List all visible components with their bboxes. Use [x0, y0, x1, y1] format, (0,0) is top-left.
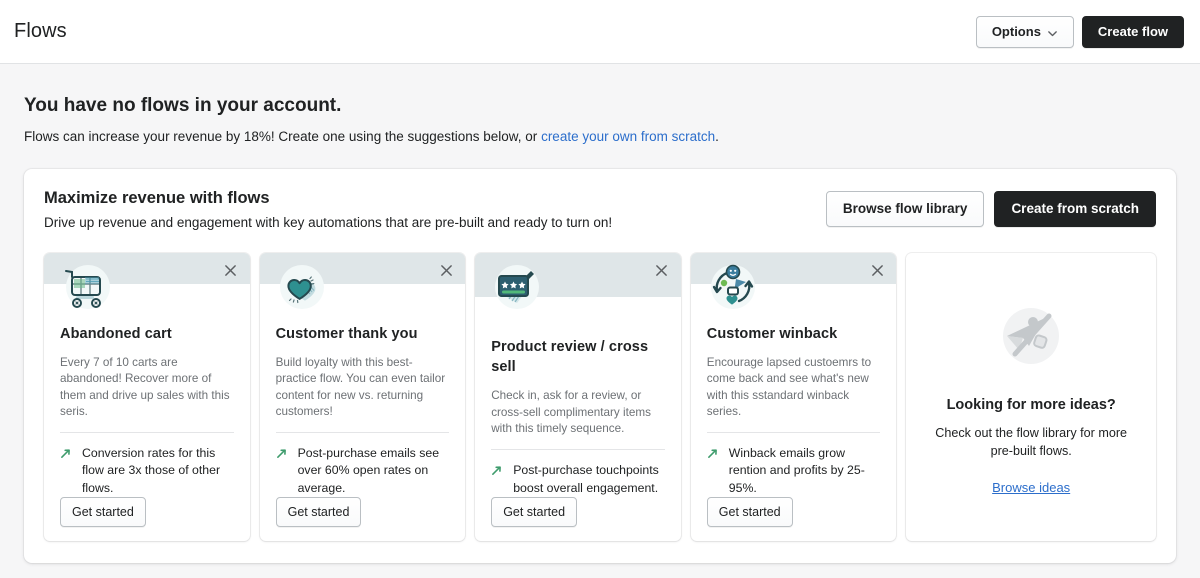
get-started-button[interactable]: Get started [60, 497, 146, 527]
panel-actions: Browse flow library Create from scratch [825, 187, 1156, 227]
card-stat: Post-purchase touchpoints boost overall … [491, 462, 665, 497]
panel-header: Maximize revenue with flows Drive up rev… [44, 187, 1156, 232]
trending-up-icon [707, 447, 720, 466]
card-title: Product review / cross sell [491, 339, 649, 375]
empty-state-heading: You have no flows in your account. [24, 95, 342, 116]
browse-ideas-link[interactable]: Browse ideas [992, 480, 1070, 495]
card-stat-text: Conversion rates for this flow are 3x th… [82, 445, 221, 495]
card-banner [259, 253, 466, 309]
card-stat: Post-purchase emails see over 60% open r… [276, 445, 450, 498]
card-stat-text: Winback emails grow rention and profits … [728, 445, 865, 495]
create-flow-button-label: Create flow [1097, 23, 1168, 39]
flow-card-customer-thank-you[interactable]: Customer thank you Build loyalty with th… [259, 253, 466, 542]
card-description: Encourage lapsed custoemrs to come back … [706, 355, 872, 419]
trending-up-icon [60, 447, 73, 466]
customer-winback-icon [705, 259, 761, 315]
card-title: Customer thank you [275, 325, 418, 342]
card-body: Customer winback Encourage lapsed custoe… [691, 284, 897, 542]
shopping-cart-icon [58, 259, 114, 315]
card-banner [690, 253, 897, 309]
more-ideas-card: Looking for more ideas? Check out the fl… [906, 253, 1156, 541]
trending-up-icon [276, 447, 289, 466]
card-footer: Get started [706, 497, 881, 541]
panel-title: Maximize revenue with flows [44, 189, 270, 207]
card-stat: Winback emails grow rention and profits … [707, 445, 881, 498]
empty-state-description-suffix: . [715, 129, 719, 144]
create-from-scratch-button[interactable]: Create from scratch [994, 191, 1156, 227]
card-banner [44, 253, 250, 309]
flow-card-abandoned-cart[interactable]: Abandoned cart Every 7 of 10 carts are a… [44, 253, 250, 541]
paper-plane-idea-icon [995, 300, 1067, 377]
card-description: Every 7 of 10 carts are abandoned! Recov… [60, 355, 230, 419]
create-from-scratch-label: Create from scratch [1011, 201, 1139, 216]
page-title: Flows [14, 20, 67, 42]
browse-flow-library-button[interactable]: Browse flow library [825, 191, 985, 227]
close-icon[interactable] [867, 260, 887, 280]
main-content: You have no flows in your account. Flows… [0, 64, 1200, 563]
card-divider [491, 449, 665, 450]
flow-suggestion-cards: Abandoned cart Every 7 of 10 carts are a… [44, 253, 1156, 541]
card-stat-text: Post-purchase touchpoints boost overall … [513, 463, 659, 495]
card-banner [475, 253, 681, 309]
card-description: Check in, ask for a review, or cross-sel… [491, 389, 651, 435]
get-started-label: Get started [287, 505, 350, 519]
options-button[interactable]: Options [975, 15, 1074, 48]
card-footer: Get started [491, 497, 665, 541]
more-ideas-title: Looking for more ideas? [946, 396, 1116, 413]
close-icon[interactable] [221, 260, 241, 280]
card-divider [706, 431, 881, 433]
create-flow-button[interactable]: Create flow [1081, 15, 1184, 48]
create-from-scratch-link[interactable]: create your own from scratch [541, 129, 715, 144]
empty-state-description-text: Flows can increase your revenue by 18%! … [24, 129, 542, 144]
top-bar-actions: Options Create flow [975, 15, 1184, 48]
get-started-label: Get started [72, 505, 134, 519]
get-started-label: Get started [503, 505, 566, 519]
card-footer: Get started [275, 497, 450, 541]
more-ideas-description: Check out the flow library for more pre-… [935, 425, 1128, 458]
get-started-button[interactable]: Get started [275, 497, 362, 527]
panel-header-text: Maximize revenue with flows Drive up rev… [44, 187, 612, 232]
close-icon[interactable] [652, 260, 672, 280]
empty-state-description: Flows can increase your revenue by 18%! … [24, 127, 1176, 147]
flow-card-customer-winback[interactable]: Customer winback Encourage lapsed custoe… [690, 253, 897, 542]
get-started-button[interactable]: Get started [706, 497, 793, 527]
card-divider [60, 431, 234, 433]
maximize-revenue-panel: Maximize revenue with flows Drive up rev… [24, 169, 1176, 563]
close-icon[interactable] [436, 260, 456, 280]
card-stat-text: Post-purchase emails see over 60% open r… [297, 445, 440, 495]
panel-subtitle: Drive up revenue and engagement with key… [44, 215, 613, 230]
card-title: Customer winback [706, 325, 838, 342]
browse-flow-library-label: Browse flow library [842, 201, 968, 216]
chevron-down-icon [1047, 27, 1058, 38]
card-footer: Get started [60, 497, 234, 541]
get-started-label: Get started [718, 505, 781, 519]
card-title: Abandoned cart [60, 325, 172, 342]
card-body: Abandoned cart Every 7 of 10 carts are a… [44, 284, 250, 542]
card-body: Customer thank you Build loyalty with th… [260, 284, 466, 542]
review-stars-icon [489, 259, 545, 315]
options-button-label: Options [991, 23, 1041, 39]
flow-card-product-review-cross-sell[interactable]: Product review / cross sell Check in, as… [475, 253, 681, 541]
get-started-button[interactable]: Get started [491, 497, 578, 527]
trending-up-icon [491, 464, 504, 483]
card-body: Product review / cross sell Check in, as… [475, 297, 681, 541]
card-description: Build loyalty with this best-practice fl… [275, 355, 446, 419]
heart-icon [274, 259, 330, 315]
card-stat: Conversion rates for this flow are 3x th… [60, 445, 234, 498]
card-divider [275, 431, 450, 433]
top-bar: Flows Options Create flow [0, 0, 1200, 64]
